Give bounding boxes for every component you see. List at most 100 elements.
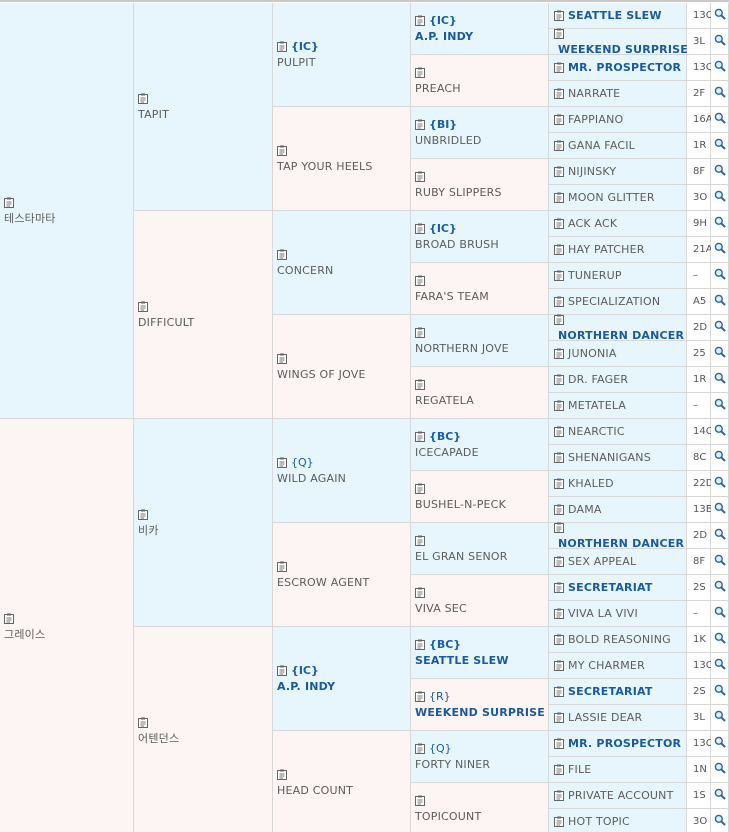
- magnifier-icon[interactable]: [714, 554, 726, 569]
- magnifier-icon[interactable]: [714, 580, 726, 595]
- clipboard-icon[interactable]: [554, 374, 564, 385]
- clipboard-icon[interactable]: [554, 634, 564, 645]
- clipboard-icon[interactable]: [554, 426, 564, 437]
- magnifier-icon[interactable]: [714, 528, 726, 543]
- clipboard-icon[interactable]: [415, 587, 425, 598]
- search-button[interactable]: [711, 237, 729, 263]
- clipboard-icon[interactable]: [277, 561, 287, 572]
- clipboard-icon[interactable]: [554, 296, 564, 307]
- magnifier-icon[interactable]: [714, 424, 726, 439]
- magnifier-icon[interactable]: [714, 736, 726, 751]
- search-button[interactable]: [711, 393, 729, 419]
- search-button[interactable]: [711, 367, 729, 393]
- clipboard-icon[interactable]: [277, 41, 287, 52]
- horse-name-link[interactable]: BOLD REASONING: [568, 632, 671, 648]
- search-button[interactable]: [711, 185, 729, 211]
- search-button[interactable]: [711, 29, 729, 55]
- search-button[interactable]: [711, 445, 729, 471]
- magnifier-icon[interactable]: [714, 268, 726, 283]
- horse-name-link[interactable]: VIVA LA VIVI: [568, 606, 638, 622]
- clipboard-icon[interactable]: [554, 660, 564, 671]
- clipboard-icon[interactable]: [415, 119, 425, 130]
- horse-name-link[interactable]: PRIVATE ACCOUNT: [568, 788, 674, 804]
- search-button[interactable]: [711, 263, 729, 289]
- horse-name-link[interactable]: TAPIT: [138, 107, 270, 123]
- horse-name-link[interactable]: REGATELA: [415, 393, 546, 409]
- search-button[interactable]: [711, 81, 729, 107]
- magnifier-icon[interactable]: [714, 606, 726, 621]
- horse-name-link[interactable]: DAMA: [568, 502, 602, 518]
- clipboard-icon[interactable]: [415, 795, 425, 806]
- clipboard-icon[interactable]: [415, 691, 425, 702]
- clipboard-icon[interactable]: [554, 712, 564, 723]
- horse-name-link[interactable]: PULPIT: [277, 55, 408, 71]
- clipboard-icon[interactable]: [554, 270, 564, 281]
- clipboard-icon[interactable]: [4, 197, 14, 208]
- magnifier-icon[interactable]: [714, 60, 726, 75]
- horse-name-link[interactable]: FARA'S TEAM: [415, 289, 546, 305]
- clipboard-icon[interactable]: [415, 171, 425, 182]
- clipboard-icon[interactable]: [554, 790, 564, 801]
- clipboard-icon[interactable]: [138, 301, 148, 312]
- clipboard-icon[interactable]: [415, 483, 425, 494]
- horse-name-link[interactable]: HOT TOPIC: [568, 814, 630, 830]
- horse-name-link[interactable]: SECRETARIAT: [568, 684, 653, 700]
- horse-name-link[interactable]: UNBRIDLED: [415, 133, 546, 149]
- horse-name-link[interactable]: 어텐던스: [138, 731, 270, 747]
- clipboard-icon[interactable]: [415, 275, 425, 286]
- horse-name-link[interactable]: CONCERN: [277, 263, 408, 279]
- search-button[interactable]: [711, 497, 729, 523]
- horse-name-link[interactable]: MR. PROSPECTOR: [568, 60, 681, 76]
- horse-name-link[interactable]: VIVA SEC: [415, 601, 546, 617]
- magnifier-icon[interactable]: [714, 684, 726, 699]
- magnifier-icon[interactable]: [714, 320, 726, 335]
- search-button[interactable]: [711, 601, 729, 627]
- horse-name-link[interactable]: BUSHEL-N-PECK: [415, 497, 546, 513]
- horse-name-link[interactable]: SPECIALIZATION: [568, 294, 660, 310]
- horse-name-link[interactable]: HAY PATCHER: [568, 242, 645, 258]
- magnifier-icon[interactable]: [714, 190, 726, 205]
- search-button[interactable]: [711, 757, 729, 783]
- horse-name-link[interactable]: RUBY SLIPPERS: [415, 185, 546, 201]
- horse-name-link[interactable]: TAP YOUR HEELS: [277, 159, 408, 175]
- clipboard-icon[interactable]: [554, 764, 564, 775]
- horse-name-link[interactable]: SEX APPEAL: [568, 554, 636, 570]
- horse-name-link[interactable]: HEAD COUNT: [277, 783, 408, 799]
- clipboard-icon[interactable]: [554, 582, 564, 593]
- magnifier-icon[interactable]: [714, 710, 726, 725]
- search-button[interactable]: [711, 549, 729, 575]
- magnifier-icon[interactable]: [714, 814, 726, 829]
- search-button[interactable]: [711, 55, 729, 81]
- clipboard-icon[interactable]: [277, 665, 287, 676]
- search-button[interactable]: [711, 679, 729, 705]
- magnifier-icon[interactable]: [714, 242, 726, 257]
- clipboard-icon[interactable]: [138, 717, 148, 728]
- clipboard-icon[interactable]: [554, 400, 564, 411]
- horse-name-link[interactable]: 그레이스: [4, 627, 131, 643]
- horse-name-link[interactable]: FAPPIANO: [568, 112, 623, 128]
- clipboard-icon[interactable]: [554, 140, 564, 151]
- magnifier-icon[interactable]: [714, 632, 726, 647]
- search-button[interactable]: [711, 315, 729, 341]
- horse-name-link[interactable]: SHENANIGANS: [568, 450, 651, 466]
- search-button[interactable]: [711, 783, 729, 809]
- search-button[interactable]: [711, 523, 729, 549]
- horse-name-link[interactable]: TOPICOUNT: [415, 809, 546, 825]
- magnifier-icon[interactable]: [714, 788, 726, 803]
- magnifier-icon[interactable]: [714, 762, 726, 777]
- search-button[interactable]: [711, 653, 729, 679]
- clipboard-icon[interactable]: [415, 379, 425, 390]
- magnifier-icon[interactable]: [714, 476, 726, 491]
- horse-name-link[interactable]: NARRATE: [568, 86, 620, 102]
- horse-name-link[interactable]: KHALED: [568, 476, 614, 492]
- magnifier-icon[interactable]: [714, 8, 726, 23]
- horse-name-link[interactable]: NEARCTIC: [568, 424, 625, 440]
- horse-name-link[interactable]: ESCROW AGENT: [277, 575, 408, 591]
- clipboard-icon[interactable]: [415, 639, 425, 650]
- horse-name-link[interactable]: BROAD BRUSH: [415, 237, 546, 253]
- horse-name-link[interactable]: NIJINSKY: [568, 164, 616, 180]
- search-button[interactable]: [711, 133, 729, 159]
- horse-name-link[interactable]: 비카: [138, 523, 270, 539]
- horse-name-link[interactable]: ACK ACK: [568, 216, 617, 232]
- magnifier-icon[interactable]: [714, 346, 726, 361]
